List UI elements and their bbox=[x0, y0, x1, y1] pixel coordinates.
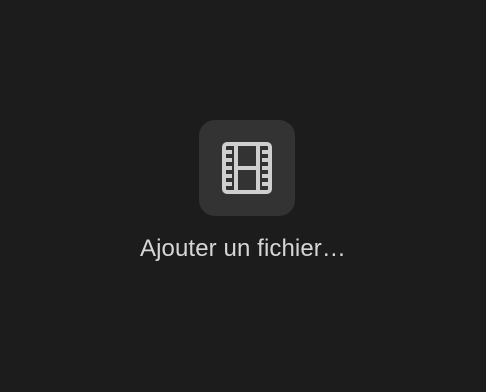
media-drop-area: Ajouter un fichier… bbox=[0, 0, 486, 392]
add-file-button[interactable]: Ajouter un fichier… bbox=[0, 0, 486, 392]
add-file-icon-tile[interactable] bbox=[199, 120, 295, 216]
film-strip-icon bbox=[222, 142, 272, 194]
add-file-label[interactable]: Ajouter un fichier… bbox=[0, 232, 486, 266]
